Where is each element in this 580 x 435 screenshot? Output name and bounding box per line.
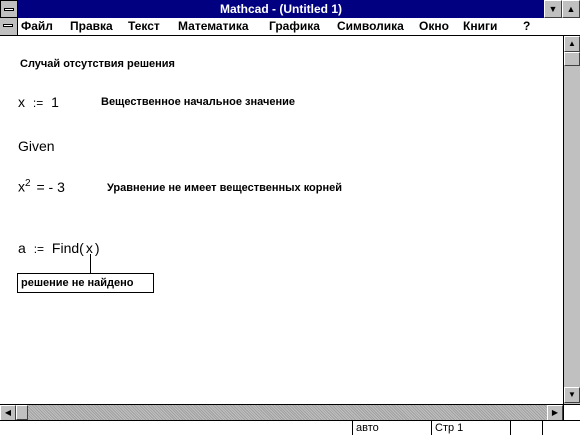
var-x: x: [18, 94, 25, 110]
heading-text[interactable]: Случай отсутствия решения: [20, 58, 175, 70]
assign-x-comment[interactable]: Вещественное начальное значение: [101, 96, 295, 108]
menu-bar: Файл Правка Текст Математика Графика Сим…: [0, 18, 580, 36]
scroll-left-button[interactable]: ◀: [0, 405, 16, 421]
system-menu-icon: [4, 8, 14, 11]
title-bar: Mathcad - (Untitled 1) ▼ ▲: [0, 0, 580, 18]
window-title: Mathcad - (Untitled 1): [220, 2, 342, 16]
menu-edit[interactable]: Правка: [70, 18, 113, 35]
horizontal-scroll-thumb[interactable]: [16, 405, 28, 420]
find-function: Find: [51, 240, 80, 256]
equation-rhs: = - 3: [36, 178, 65, 195]
find-region[interactable]: a := Find(x): [18, 240, 100, 256]
arrow-down-icon: ▼: [568, 390, 576, 399]
menu-help[interactable]: ?: [523, 18, 530, 35]
menu-math[interactable]: Математика: [178, 18, 249, 35]
vertical-scrollbar[interactable]: ▲ ▼: [563, 36, 580, 404]
document-menu-icon: [3, 24, 13, 27]
worksheet[interactable]: Случай отсутствия решения x := 1 Веществ…: [0, 36, 563, 404]
arrow-up-icon: ▲: [568, 39, 576, 48]
equation-comment[interactable]: Уравнение не имеет вещественных корней: [107, 182, 342, 194]
scrollbar-corner: [563, 404, 580, 420]
menu-window[interactable]: Окно: [419, 18, 449, 35]
value-1: 1: [51, 94, 59, 110]
vertical-scroll-thumb[interactable]: [564, 52, 580, 66]
scroll-down-button[interactable]: ▼: [564, 387, 580, 403]
status-bar: авто Стр 1: [0, 420, 580, 435]
menu-text[interactable]: Текст: [128, 18, 160, 35]
var-a: a: [18, 240, 26, 256]
find-assign-operator: :=: [33, 242, 45, 256]
menu-file[interactable]: Файл: [21, 18, 53, 35]
scroll-up-button[interactable]: ▲: [564, 36, 580, 52]
status-page-number: Стр 1: [431, 421, 507, 435]
maximize-button[interactable]: ▲: [562, 0, 580, 18]
system-menu-button[interactable]: [0, 0, 18, 18]
triangle-down-icon: ▼: [548, 4, 558, 14]
equation-region[interactable]: x2 = - 3: [18, 178, 65, 195]
scroll-right-button[interactable]: ▶: [547, 405, 563, 421]
open-paren: (: [79, 240, 84, 256]
given-keyword[interactable]: Given: [18, 138, 55, 154]
status-calc-mode: авто: [352, 421, 426, 435]
equation-exponent: 2: [25, 178, 31, 189]
arrow-left-icon: ◀: [4, 408, 12, 417]
menu-books[interactable]: Книги: [463, 18, 497, 35]
horizontal-scrollbar[interactable]: ◀ ▶: [0, 404, 563, 421]
horizontal-scroll-track[interactable]: [28, 405, 547, 420]
close-paren: ): [94, 240, 100, 256]
assign-operator: :=: [32, 96, 44, 110]
equation-base: x: [18, 178, 25, 195]
document-system-menu-button[interactable]: [0, 18, 18, 35]
menu-symbolics[interactable]: Символика: [337, 18, 404, 35]
error-pointer-line: [90, 254, 91, 273]
assign-x-region[interactable]: x := 1: [18, 94, 59, 110]
arrow-right-icon: ▶: [551, 408, 559, 417]
menu-graphics[interactable]: Графика: [269, 18, 320, 35]
triangle-up-icon: ▲: [566, 4, 576, 14]
status-cell-empty-1: [510, 421, 542, 435]
error-message-box: решение не найдено: [17, 273, 154, 293]
minimize-button[interactable]: ▼: [544, 0, 562, 18]
status-cell-empty-2: [542, 421, 580, 435]
